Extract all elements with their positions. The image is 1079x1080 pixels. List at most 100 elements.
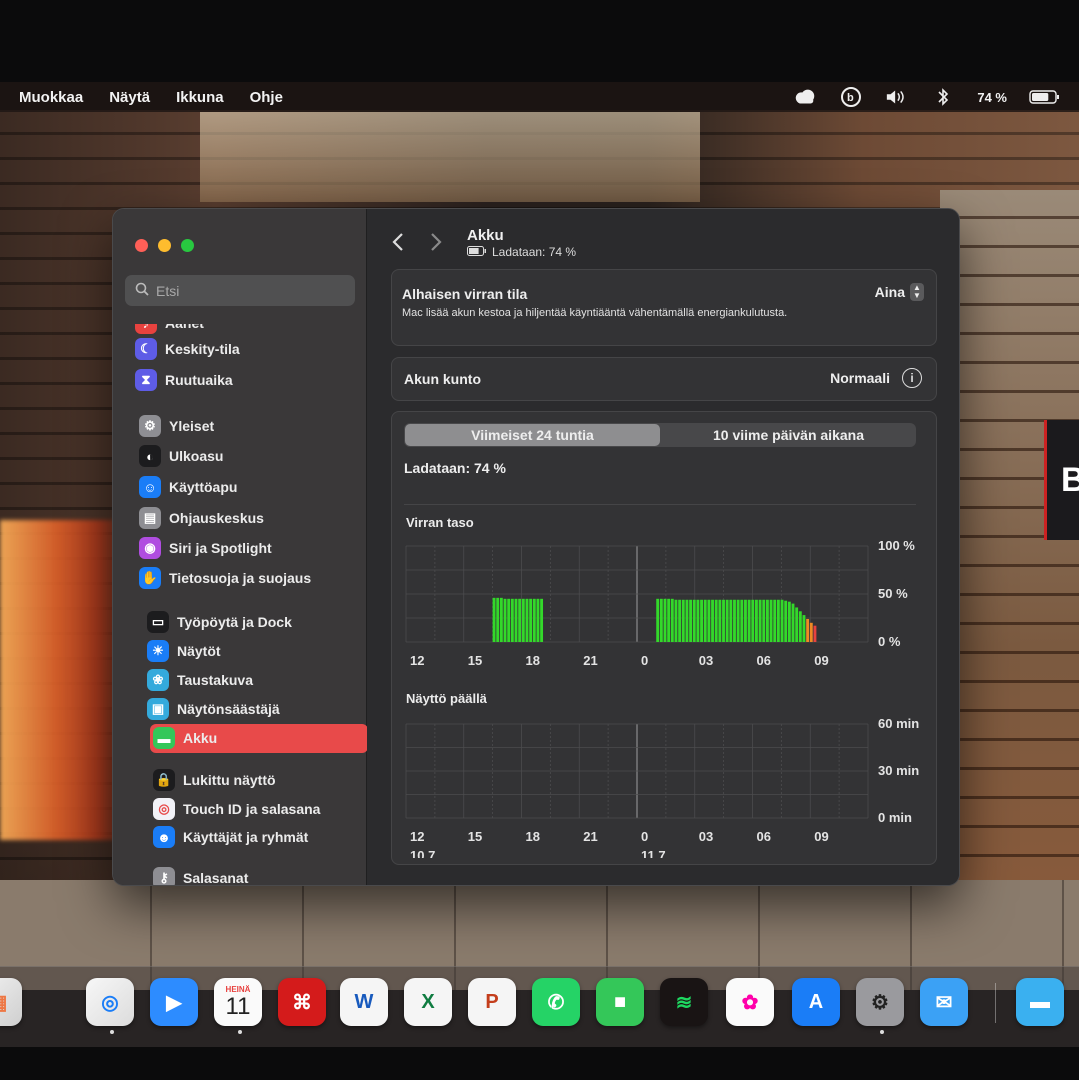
dock-launchpad-icon[interactable]: ▦ bbox=[0, 978, 22, 1026]
y-tick-label: 60 min bbox=[878, 716, 919, 731]
dock-kansio-icon[interactable]: ▬ bbox=[1016, 978, 1064, 1026]
x-tick-label: 03 bbox=[699, 829, 713, 844]
sidebar-item-touch-id-ja-salasana[interactable]: ◎ Touch ID ja salasana bbox=[153, 796, 320, 822]
sidebar-item-käyttöapu[interactable]: ☺ Käyttöapu bbox=[139, 474, 237, 500]
battery-level-bar bbox=[514, 598, 518, 642]
dock-järjestelmäasetukset-icon[interactable]: ⚙ bbox=[856, 978, 904, 1026]
back-button[interactable] bbox=[391, 231, 405, 259]
bluetooth-icon[interactable] bbox=[931, 87, 955, 107]
sidebar-item-siri-ja-spotlight[interactable]: ◉ Siri ja Spotlight bbox=[139, 535, 272, 561]
sidebar-item-taustakuva[interactable]: ❀ Taustakuva bbox=[147, 667, 253, 693]
menu-window[interactable]: Ikkuna bbox=[176, 89, 224, 106]
battery-level-bar bbox=[659, 598, 663, 642]
tab-last-24-hours[interactable]: Viimeiset 24 tuntia bbox=[405, 424, 660, 446]
y-tick-label: 30 min bbox=[878, 763, 919, 778]
dock-separator bbox=[995, 983, 996, 1023]
minimize-button[interactable] bbox=[158, 239, 171, 252]
charging-subtitle: Ladataan: 74 % bbox=[492, 245, 577, 259]
sidebar-item-ulkoasu[interactable]: ◐ Ulkoasu bbox=[139, 443, 223, 469]
battery-level-bar bbox=[700, 599, 703, 642]
sidebar-item-akku[interactable]: ▬ Akku bbox=[153, 725, 217, 751]
battery-level-bar bbox=[758, 599, 762, 642]
sidebar-item-label: Akku bbox=[183, 730, 218, 746]
battery-level-bar bbox=[540, 598, 544, 642]
x-tick-label: 12 bbox=[410, 653, 424, 668]
dock-facetime-icon[interactable]: ■ bbox=[596, 978, 644, 1026]
dock-powerpoint-icon[interactable]: P bbox=[468, 978, 516, 1026]
svg-text:b: b bbox=[847, 92, 854, 104]
sound-icon: ♪ bbox=[135, 324, 157, 334]
sidebar-item-näytöt[interactable]: ☀ Näytöt bbox=[147, 638, 221, 664]
charging-status: Ladataan: 74 % bbox=[404, 460, 506, 476]
sidebar-item-äänet[interactable]: ♪ Äänet bbox=[135, 324, 204, 336]
battery-health-card: Akun kunto Normaali i bbox=[391, 357, 937, 401]
battery-level-bar bbox=[769, 599, 773, 642]
sidebar-item-näytönsäästäjä[interactable]: ▣ Näytönsäästäjä bbox=[147, 696, 280, 722]
sidebar-item-label: Ulkoasu bbox=[169, 448, 224, 464]
sidebar-item-käyttäjät-ja-ryhmät[interactable]: ☻ Käyttäjät ja ryhmät bbox=[153, 824, 308, 850]
sidebar-item-label: Näytöt bbox=[177, 643, 221, 659]
battery-level-bar bbox=[521, 598, 525, 642]
x-tick-label: 0 bbox=[641, 829, 648, 844]
dock-kuvat-icon[interactable]: ✿ bbox=[726, 978, 774, 1026]
dock-whatsapp-icon[interactable]: ✆ bbox=[532, 978, 580, 1026]
battery-level-bar bbox=[744, 599, 747, 642]
close-button[interactable] bbox=[135, 239, 148, 252]
dock-app-store-icon[interactable]: A bbox=[792, 978, 840, 1026]
dock-safari-icon[interactable]: ◎ bbox=[86, 978, 134, 1026]
battery-level-bar bbox=[714, 599, 718, 642]
battery-level-bar bbox=[499, 597, 503, 642]
battery-icon: ▬ bbox=[153, 727, 175, 749]
battery-health-value: Normaali bbox=[830, 370, 890, 386]
dock-zoom-icon[interactable]: ▶ bbox=[150, 978, 198, 1026]
sidebar-item-ohjauskeskus[interactable]: ▤ Ohjauskeskus bbox=[139, 505, 264, 531]
status-area: b 74 % bbox=[793, 82, 1061, 112]
sidebar-item-yleiset[interactable]: ⚙ Yleiset bbox=[139, 413, 214, 439]
forward-button[interactable] bbox=[429, 231, 443, 259]
dock-word-icon[interactable]: W bbox=[340, 978, 388, 1026]
info-icon[interactable]: i bbox=[902, 368, 922, 388]
dock-acrobat-icon[interactable]: ⌘ bbox=[278, 978, 326, 1026]
chevron-updown-icon: ▲ ▼ bbox=[910, 283, 924, 301]
date-label: 11.7. bbox=[641, 848, 669, 858]
menu-edit[interactable]: Muokkaa bbox=[19, 89, 83, 106]
sidebar-item-ruutuaika[interactable]: ⧗ Ruutuaika bbox=[135, 367, 233, 393]
sidebar-item-keskity-tila[interactable]: ☾ Keskity-tila bbox=[135, 336, 240, 362]
cloud-icon[interactable] bbox=[793, 87, 817, 107]
page-title: Akku bbox=[467, 227, 504, 244]
menu-help[interactable]: Ohje bbox=[250, 89, 283, 106]
sidebar-item-label: Käyttäjät ja ryhmät bbox=[183, 829, 309, 845]
screen-on-chart: 60 min 30 min 0 min 12 15 18 21 0 03 06 09 10.7. 11.… bbox=[405, 716, 919, 858]
sidebar-item-salasanat[interactable]: ⚷ Salasanat bbox=[153, 865, 249, 886]
users-icon: ☻ bbox=[153, 826, 175, 848]
dock-spotify-icon[interactable]: ≋ bbox=[660, 978, 708, 1026]
beats-icon[interactable]: b bbox=[839, 87, 863, 107]
battery-level-bar bbox=[729, 599, 733, 642]
battery-level-bar bbox=[725, 599, 729, 642]
battery-level-bar bbox=[685, 599, 689, 642]
sidebar-item-label: Ruutuaika bbox=[165, 372, 233, 388]
menu-view[interactable]: Näytä bbox=[109, 89, 150, 106]
sidebar-item-työpöytä-ja-dock[interactable]: ▭ Työpöytä ja Dock bbox=[147, 609, 292, 635]
sidebar-item-lukittu-näyttö[interactable]: 🔒 Lukittu näyttö bbox=[153, 767, 276, 793]
sidebar-item-label: Yleiset bbox=[169, 418, 215, 434]
sidebar-item-label: Keskity-tila bbox=[165, 341, 240, 357]
siri-icon: ◉ bbox=[139, 537, 161, 559]
low-power-select[interactable]: Aina ▲ ▼ bbox=[875, 283, 924, 301]
battery-level-bar bbox=[496, 597, 500, 642]
tab-last-10-days[interactable]: 10 viime päivän aikana bbox=[661, 423, 916, 447]
content-pane: Akku Ladataan: 74 % Alhaisen virran tila… bbox=[367, 209, 959, 885]
battery-icon[interactable] bbox=[1029, 87, 1061, 107]
sidebar-item-label: Salasanat bbox=[183, 870, 249, 886]
search-field[interactable]: Etsi bbox=[125, 275, 355, 306]
zoom-button[interactable] bbox=[181, 239, 194, 252]
sidebar-item-tietosuoja-ja-suojaus[interactable]: ✋ Tietosuoja ja suojaus bbox=[139, 565, 311, 591]
dock-kalenteri-icon[interactable]: HEINÄ 11 bbox=[214, 978, 262, 1026]
battery-level-bar bbox=[813, 625, 817, 642]
battery-health-label: Akun kunto bbox=[404, 371, 481, 387]
battery-level-bar bbox=[503, 598, 507, 642]
volume-icon[interactable] bbox=[885, 87, 909, 107]
dock-mail-icon[interactable]: ✉ bbox=[920, 978, 968, 1026]
dock-excel-icon[interactable]: X bbox=[404, 978, 452, 1026]
low-power-title: Alhaisen virran tila bbox=[402, 286, 528, 302]
